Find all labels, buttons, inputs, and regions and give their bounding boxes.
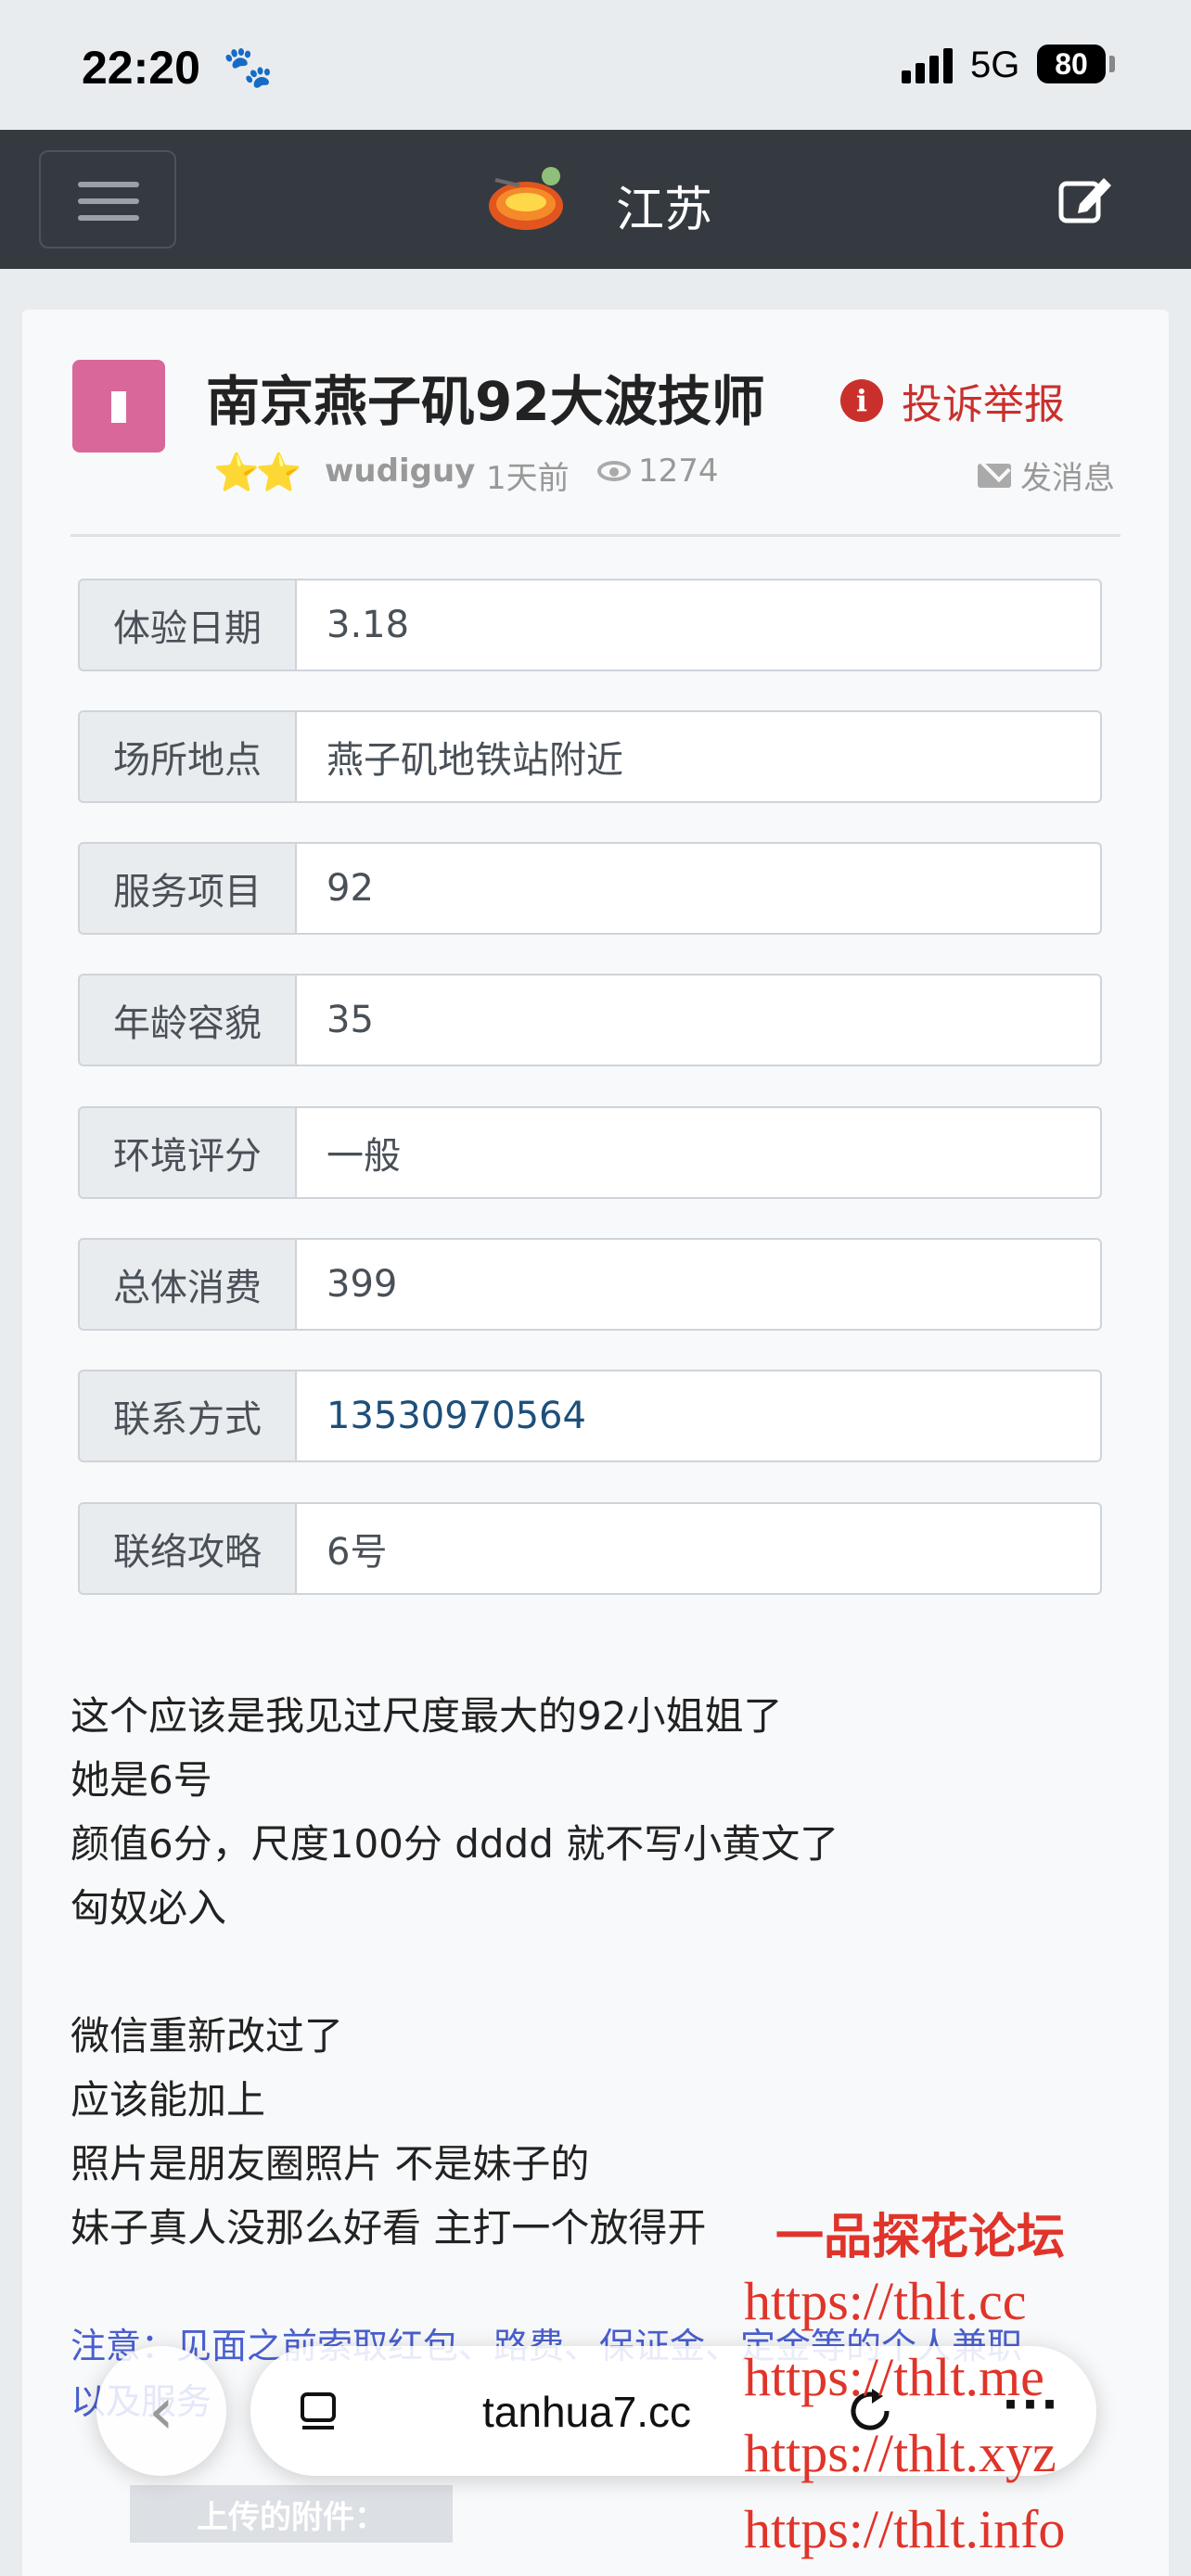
author-link[interactable]: wudiguy	[325, 453, 475, 490]
field-service: 服务项目 92	[78, 842, 1102, 935]
post-time: 1天前	[486, 460, 570, 497]
field-label: 服务项目	[78, 842, 297, 935]
menu-toggle-button[interactable]	[39, 150, 176, 249]
field-label: 联系方式	[78, 1370, 297, 1462]
post-body: 这个应该是我见过尺度最大的92小姐姐了 她是6号 颜值6分，尺度100分 ddd…	[70, 1684, 1128, 2260]
field-value: 35	[297, 974, 1102, 1066]
field-value: 399	[297, 1238, 1102, 1331]
watermark-url: https://thlt.info	[744, 2499, 1066, 2559]
field-contact: 联系方式 13530970564	[78, 1370, 1102, 1462]
watermark-url: https://thlt.me	[744, 2347, 1044, 2407]
view-count-value: 1274	[638, 453, 719, 490]
navbar: 江苏	[0, 130, 1191, 269]
field-cost: 总体消费 399	[78, 1238, 1102, 1331]
watermark-url: https://thlt.cc	[744, 2271, 1027, 2331]
chevron-left-icon: ‹	[148, 2373, 174, 2449]
phone-link[interactable]: 13530970564	[297, 1370, 1102, 1462]
body-line: 她是6号	[70, 1757, 212, 1803]
watermark-title: 一品探花论坛	[775, 2209, 1066, 2265]
url-text[interactable]: tanhua7.cc	[482, 2387, 691, 2437]
field-label: 环境评分	[78, 1106, 297, 1199]
field-date: 体验日期 3.18	[78, 579, 1102, 671]
field-label: 场所地点	[78, 710, 297, 803]
field-label: 体验日期	[78, 579, 297, 671]
paw-icon: 🐾	[223, 44, 274, 91]
field-environment: 环境评分 一般	[78, 1106, 1102, 1199]
report-button[interactable]: i 投诉举报	[840, 371, 1065, 430]
eye-icon	[597, 461, 631, 481]
avatar[interactable]	[72, 360, 165, 453]
status-time: 22:20	[82, 42, 200, 94]
body-line: 应该能加上	[70, 2077, 266, 2123]
view-count: 1274	[597, 453, 719, 490]
field-strategy: 联络攻略 6号	[78, 1502, 1102, 1595]
field-value: 92	[297, 842, 1102, 935]
field-value: 一般	[297, 1106, 1102, 1199]
network-type: 5G	[970, 45, 1020, 85]
back-button[interactable]: ‹	[96, 2346, 226, 2476]
watermark-url: https://thlt.xyz	[744, 2423, 1057, 2483]
body-line: 照片是朋友圈照片 不是妹子的	[70, 2141, 590, 2187]
field-label: 年龄容貌	[78, 974, 297, 1066]
attachments-label: 上传的附件：	[130, 2485, 453, 2543]
send-message-button[interactable]: 发消息	[978, 453, 1115, 498]
field-value: 6号	[297, 1502, 1102, 1595]
signal-icon	[902, 46, 957, 83]
body-line: 微信重新改过了	[70, 2013, 344, 2059]
body-line: 匈奴必入	[70, 1885, 227, 1931]
field-label: 联络攻略	[78, 1502, 297, 1595]
rating-stars: ⭐⭐	[213, 452, 302, 494]
field-value: 燕子矶地铁站附近	[297, 710, 1102, 803]
battery-cap	[1109, 56, 1115, 72]
page-title: 江苏	[616, 183, 713, 238]
post-title: 南京燕子矶92大波技师	[206, 370, 765, 433]
report-label: 投诉举报	[902, 381, 1065, 428]
body-line: 颜值6分，尺度100分 dddd 就不写小黄文了	[70, 1821, 839, 1867]
status-bar: 22:20 🐾 5G 80	[0, 0, 1191, 130]
body-line	[70, 1940, 1128, 2004]
battery-icon: 80	[1037, 45, 1106, 83]
body-line: 这个应该是我见过尺度最大的92小姐姐了	[70, 1693, 783, 1739]
send-message-label: 发消息	[1020, 460, 1115, 497]
tabs-icon[interactable]	[299, 2391, 341, 2433]
info-icon: i	[840, 379, 883, 422]
envelope-icon	[978, 463, 1011, 488]
site-logo[interactable]	[486, 165, 566, 232]
field-value: 3.18	[297, 579, 1102, 671]
field-location: 场所地点 燕子矶地铁站附近	[78, 710, 1102, 803]
edit-icon[interactable]	[1057, 172, 1113, 224]
field-label: 总体消费	[78, 1238, 297, 1331]
divider	[70, 534, 1121, 537]
field-age: 年龄容貌 35	[78, 974, 1102, 1066]
